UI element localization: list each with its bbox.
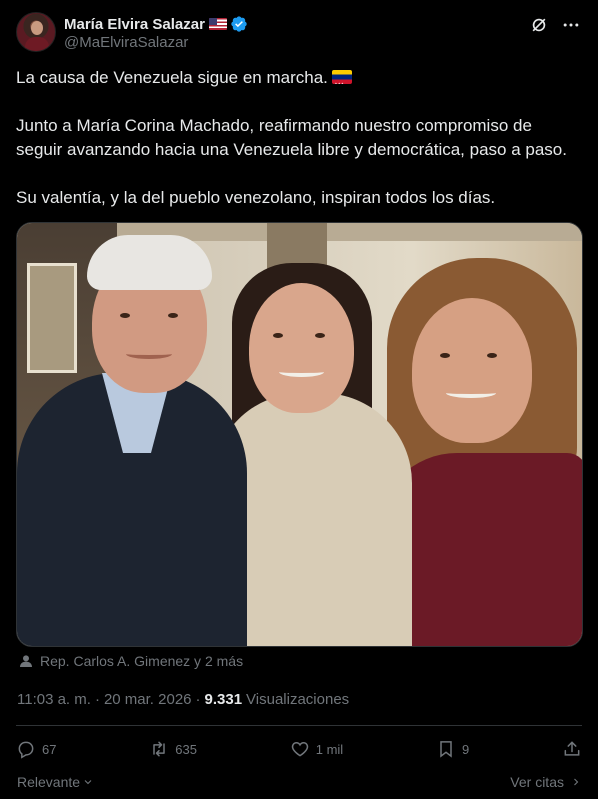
tweet-header: María Elvira Salazar @MaElviraSalazar — [16, 12, 582, 56]
eye — [440, 353, 450, 358]
chevron-down-icon — [84, 780, 92, 785]
smile — [279, 367, 324, 377]
avatar-body — [25, 37, 49, 51]
eye — [168, 313, 178, 318]
tweet-photo[interactable] — [16, 222, 583, 647]
replies-footer: Relevante Ver citas — [17, 772, 582, 792]
repost-button[interactable]: 635 — [149, 739, 197, 759]
sort-dropdown[interactable]: Relevante — [17, 774, 94, 790]
verified-badge-icon[interactable] — [230, 15, 248, 33]
author-handle[interactable]: @MaElviraSalazar — [64, 34, 188, 51]
like-button[interactable]: 1 mil — [290, 739, 343, 759]
like-count: 1 mil — [315, 741, 344, 757]
tagged-people[interactable]: Rep. Carlos A. Gimenez y 2 más — [18, 652, 243, 670]
more-options-button[interactable] — [560, 14, 582, 36]
person-icon — [20, 655, 32, 667]
tweet-paragraph-3: Su valentía, y la del pueblo venezolano,… — [16, 188, 496, 207]
meta-separator: · — [94, 690, 100, 708]
photo-window — [27, 263, 77, 373]
bookmark-button[interactable]: 9 — [436, 739, 469, 759]
venezuela-flag-icon — [331, 70, 352, 84]
author-name-row: María Elvira Salazar — [64, 14, 248, 34]
heart-icon — [291, 741, 308, 757]
view-quotes-link[interactable]: Ver citas — [510, 774, 582, 790]
views-count[interactable]: 9.331 — [205, 691, 243, 708]
share-button[interactable] — [562, 739, 582, 759]
header-actions — [528, 14, 582, 36]
meta-separator: · — [195, 690, 201, 708]
us-flag-icon — [208, 18, 227, 30]
divider-top — [16, 725, 582, 726]
smile — [126, 349, 172, 359]
reply-count: 67 — [42, 741, 57, 757]
sort-label: Relevante — [17, 774, 81, 790]
reply-icon — [18, 741, 34, 759]
person-left-hair — [87, 235, 212, 290]
view-quotes-label: Ver citas — [510, 774, 564, 790]
bookmark-count: 9 — [461, 741, 470, 757]
more-icon — [563, 23, 579, 27]
eye — [273, 333, 283, 338]
tweet-paragraph-1-text: La causa de Venezuela sigue en marcha. — [16, 68, 328, 87]
share-icon — [564, 741, 580, 756]
tagged-people-label: Rep. Carlos A. Gimenez y 2 más — [40, 653, 244, 669]
tweet-paragraph-1: La causa de Venezuela sigue en marcha. — [16, 66, 582, 90]
bookmark-icon — [440, 741, 452, 758]
eye — [487, 353, 497, 358]
avatar-face — [31, 21, 43, 35]
grok-icon — [532, 18, 546, 32]
tweet-text: La causa de Venezuela sigue en marcha. J… — [16, 66, 582, 210]
tweet-paragraph-2: Junto a María Corina Machado, reafirmand… — [16, 116, 567, 159]
tweet-date[interactable]: 20 mar. 2026 — [104, 691, 192, 708]
eye — [315, 333, 325, 338]
repost-icon — [153, 741, 165, 757]
person-right-face — [412, 298, 532, 443]
views-label: Visualizaciones — [246, 690, 350, 708]
author-display-name[interactable]: María Elvira Salazar — [64, 16, 205, 33]
reply-button[interactable]: 67 — [16, 739, 56, 759]
person-middle-face — [249, 283, 354, 413]
repost-count: 635 — [175, 741, 197, 757]
eye — [120, 313, 130, 318]
chevron-right-icon — [574, 778, 579, 786]
smile — [446, 388, 496, 398]
author-avatar[interactable] — [16, 12, 56, 52]
tweet-meta: 11:03 a. m. · 20 mar. 2026 · 9.331 Visua… — [17, 689, 349, 709]
grok-button[interactable] — [528, 14, 550, 36]
tweet-time[interactable]: 11:03 a. m. — [17, 691, 91, 708]
tweet-actions: 67 635 1 mil 9 — [16, 737, 582, 761]
